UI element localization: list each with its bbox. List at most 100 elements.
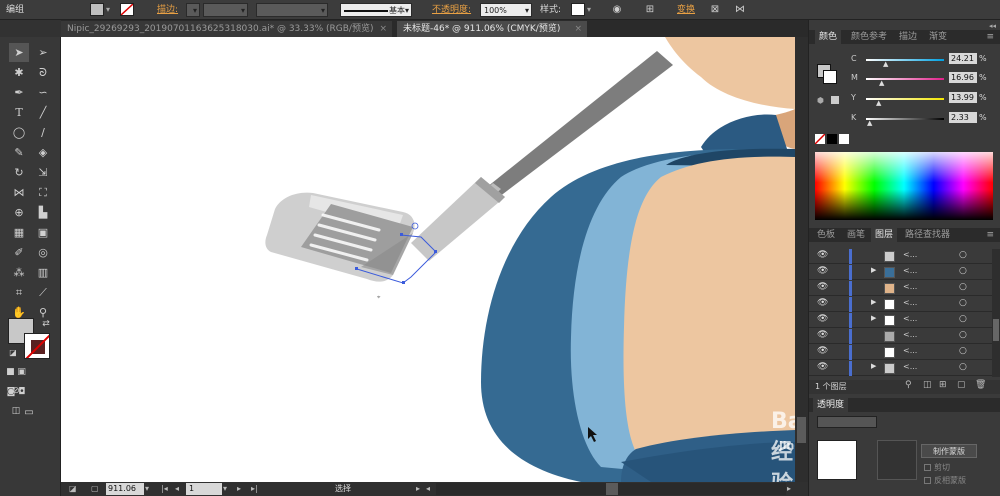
artboard-icon[interactable]: ⌗ xyxy=(9,283,29,302)
stroke-profile-dropdown[interactable]: 基本 xyxy=(340,3,412,18)
brush-definition-dropdown[interactable] xyxy=(256,3,328,18)
channel-c-value[interactable]: 24.21 xyxy=(949,53,977,64)
blend-icon[interactable]: ◎ xyxy=(33,243,53,262)
tab-transparency[interactable]: 透明度 xyxy=(813,398,849,412)
layer-name[interactable]: <... xyxy=(903,346,917,355)
eye-icon[interactable]: 👁 xyxy=(817,298,828,308)
web-safe-swatch[interactable] xyxy=(831,96,839,104)
prev-artboard-icon[interactable]: ◂ xyxy=(175,483,179,495)
eyedropper-icon[interactable]: ✐ xyxy=(9,243,29,262)
transform-label[interactable]: 变换 xyxy=(677,3,695,17)
clip-checkbox[interactable] xyxy=(924,464,931,471)
tab-swatches[interactable]: 色板 xyxy=(813,228,839,242)
layer-name[interactable]: <... xyxy=(903,330,917,339)
target-icon[interactable]: ○ xyxy=(959,362,967,372)
status-icon-2[interactable]: ▢ xyxy=(91,483,99,495)
opacity-label[interactable]: 不透明度: xyxy=(432,3,471,17)
stroke-weight-dropdown[interactable] xyxy=(186,3,200,18)
draw-mode-icon[interactable]: ◙ ◘ ◫ xyxy=(6,383,26,416)
channel-y-handle[interactable]: ▲ xyxy=(876,99,881,107)
expand-icon[interactable]: ▶ xyxy=(871,266,876,274)
target-icon[interactable]: ○ xyxy=(959,250,967,260)
scroll-thumb[interactable] xyxy=(797,417,806,443)
vertical-scrollbar[interactable] xyxy=(795,37,808,482)
isolate-icon[interactable]: ⊠ xyxy=(708,3,722,17)
layer-row[interactable]: 👁 <... ○ xyxy=(809,329,1000,344)
brush-icon[interactable]: ∕ xyxy=(33,123,53,142)
align-grid-icon[interactable]: ⊞ xyxy=(643,3,657,17)
layer-row[interactable]: 👁 ▶ <... ○ xyxy=(809,313,1000,328)
swap-colors-icon[interactable]: ⇄ xyxy=(36,315,56,334)
close-icon[interactable]: × xyxy=(379,21,387,37)
layer-name[interactable]: <... xyxy=(903,362,917,371)
stroke-swatch[interactable] xyxy=(120,3,134,16)
layer-row[interactable]: 👁 ▶ <... ○ xyxy=(809,265,1000,280)
graph-icon[interactable]: ▥ xyxy=(33,263,53,282)
stroke-widget[interactable] xyxy=(823,70,837,84)
mesh-icon[interactable]: ▦ xyxy=(9,223,29,242)
slice-icon[interactable]: ⟋ xyxy=(33,283,53,302)
hscroll-thumb[interactable] xyxy=(606,483,618,495)
curvature-icon[interactable]: ∽ xyxy=(33,83,53,102)
next-artboard-icon[interactable]: ▸ xyxy=(237,483,241,495)
hscroll-left-icon[interactable]: ◂ xyxy=(426,483,430,495)
invert-mask-checkbox[interactable] xyxy=(924,477,931,484)
channel-k-slider[interactable] xyxy=(866,118,944,120)
rotate-icon[interactable]: ↻ xyxy=(9,163,29,182)
expand-icon[interactable]: ▶ xyxy=(871,314,876,322)
free-transform-icon[interactable]: ⛶ xyxy=(33,183,53,202)
layers-menu-icon[interactable]: ≡ xyxy=(986,230,994,240)
stroke-label[interactable]: 描边: xyxy=(157,3,178,17)
eye-icon[interactable]: 👁 xyxy=(817,330,828,340)
expand-icon[interactable]: ▶ xyxy=(871,362,876,370)
layers-scroll-thumb[interactable] xyxy=(993,319,999,341)
stroke-color-box[interactable] xyxy=(24,333,50,359)
mask-thumbnail[interactable] xyxy=(877,440,917,480)
tab-layers[interactable]: 图层 xyxy=(871,228,898,242)
lasso-icon[interactable]: ᘐ xyxy=(33,63,53,82)
zoom-input[interactable]: 911.06 xyxy=(106,483,144,495)
tab-color-guide[interactable]: 颜色参考 xyxy=(847,30,891,44)
color-spectrum[interactable] xyxy=(815,152,993,220)
artboard-dropdown-icon[interactable]: ▾ xyxy=(223,483,227,495)
channel-y-value[interactable]: 13.99 xyxy=(949,92,977,103)
default-colors-icon[interactable]: ◪ xyxy=(3,343,23,362)
tab-brushes[interactable]: 画笔 xyxy=(843,228,869,242)
direct-selection-icon[interactable]: ➢ xyxy=(33,43,53,62)
make-mask-button[interactable]: 制作蒙版 xyxy=(921,444,977,458)
gradient-icon[interactable]: ▣ xyxy=(33,223,53,242)
pencil-icon[interactable]: ✎ xyxy=(9,143,29,162)
channel-c-handle[interactable]: ▲ xyxy=(883,60,888,68)
symbol-sprayer-icon[interactable]: ⁂ xyxy=(9,263,29,282)
variable-width-dropdown[interactable] xyxy=(203,3,248,18)
fill-swatch[interactable] xyxy=(90,3,104,16)
target-icon[interactable]: ○ xyxy=(959,266,967,276)
channel-m-slider[interactable] xyxy=(866,78,944,80)
layer-row[interactable]: 👁 <... ○ xyxy=(809,249,1000,264)
width-icon[interactable]: ⋈ xyxy=(9,183,29,202)
target-icon[interactable]: ○ xyxy=(959,298,967,308)
layer-row[interactable]: 👁 <... ○ xyxy=(809,345,1000,360)
pen-icon[interactable]: ✒ xyxy=(9,83,29,102)
color-mode-icon[interactable]: ■ ▣ ⊘ xyxy=(6,363,26,396)
screen-mode-icon[interactable]: ▭ xyxy=(19,403,39,422)
channel-k-value[interactable]: 2.33 xyxy=(949,112,977,123)
layer-name[interactable]: <... xyxy=(903,298,917,307)
layer-row[interactable]: 👁 ▶ <... ○ xyxy=(809,361,1000,376)
locate-object-icon[interactable]: ⚲ xyxy=(905,380,912,390)
delete-layer-icon[interactable]: 🗑 xyxy=(975,380,986,390)
status-icon[interactable]: ◪ xyxy=(69,483,77,495)
artboard-canvas[interactable]: ⌖ Bai 经验 jingyan.baidu.com xyxy=(61,37,795,482)
none-swatch[interactable] xyxy=(815,134,825,144)
style-dropdown-icon[interactable]: ▾ xyxy=(587,3,591,17)
status-menu-icon[interactable]: ▸ xyxy=(416,483,420,495)
eye-icon[interactable]: 👁 xyxy=(817,362,828,372)
zoom-dropdown-icon[interactable]: ▾ xyxy=(145,483,149,495)
line-icon[interactable]: ╱ xyxy=(33,103,53,122)
eye-icon[interactable]: 👁 xyxy=(817,250,828,260)
layer-row[interactable]: 👁 <... ○ xyxy=(809,281,1000,296)
magic-wand-icon[interactable]: ✱ xyxy=(9,63,29,82)
target-icon[interactable]: ○ xyxy=(959,330,967,340)
layer-name[interactable]: <... xyxy=(903,266,917,275)
last-artboard-icon[interactable]: ▸| xyxy=(251,483,258,495)
